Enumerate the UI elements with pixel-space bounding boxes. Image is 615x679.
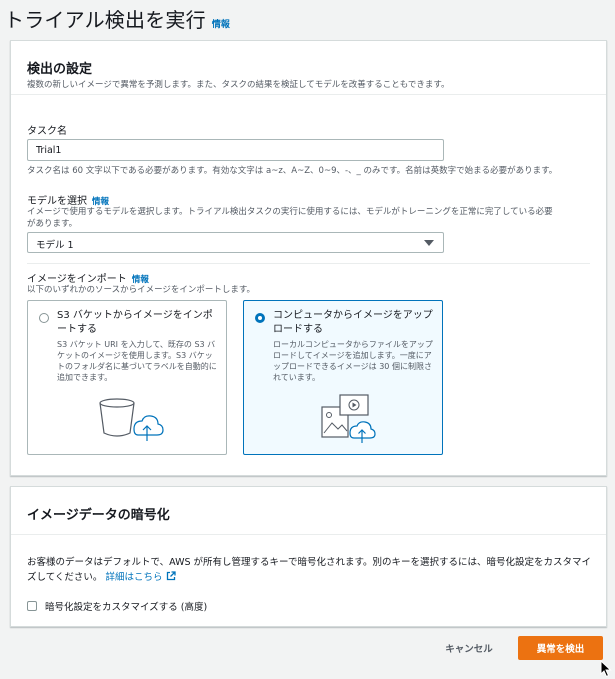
model-select-value: モデル 1	[36, 240, 74, 251]
detection-settings-title: 検出の設定	[27, 62, 93, 77]
local-radio[interactable]	[255, 313, 265, 323]
model-select[interactable]: モデル 1	[27, 232, 444, 253]
customize-encryption-row[interactable]: 暗号化設定をカスタマイズする (高度)	[27, 599, 207, 613]
learn-more-link[interactable]: 詳細はこちら	[105, 571, 176, 583]
page-header: トライアル検出を実行 情報	[4, 4, 230, 34]
task-name-label: タスク名	[27, 126, 67, 137]
encryption-description: お客様のデータはデフォルトで、AWS が所有し管理するキーで暗号化されます。別の…	[27, 557, 592, 583]
model-select-hint-2: があります。	[27, 219, 78, 229]
import-option-s3[interactable]: S3 バケットからイメージをインポートする S3 バケット URI を入力して、…	[27, 300, 227, 455]
model-select-hint-1: イメージで使用するモデルを選択します。トライアル検出タスクの実行に使用するには、…	[27, 207, 553, 217]
s3-option-description: S3 バケット URI を入力して、既存の S3 バケットのイメージを使用します…	[57, 340, 217, 382]
task-name-input[interactable]	[27, 139, 444, 161]
detection-settings-panel: 検出の設定 複数の新しいイメージで異常を予測します。また、タスクの結果を検証して…	[10, 40, 607, 476]
customize-encryption-checkbox[interactable]	[27, 601, 37, 611]
mouse-cursor-icon	[600, 660, 612, 678]
detect-anomalies-button[interactable]: 異常を検出	[518, 636, 603, 660]
model-select-label: モデルを選択 情報	[27, 196, 110, 207]
cancel-button[interactable]: キャンセル	[430, 637, 508, 659]
computer-media-upload-icon	[321, 394, 376, 443]
encryption-header: イメージデータの暗号化	[11, 487, 606, 535]
external-link-icon	[166, 571, 176, 581]
encryption-panel: イメージデータの暗号化 お客様のデータはデフォルトで、AWS が所有し管理するキ…	[10, 486, 607, 627]
page-title: トライアル検出を実行	[4, 8, 206, 32]
import-label: イメージをインポート 情報	[27, 274, 149, 285]
caret-down-icon	[424, 240, 434, 246]
s3-bucket-upload-icon	[99, 398, 164, 441]
detection-settings-description: 複数の新しいイメージで異常を予測します。また、タスクの結果を検証してモデルを改善…	[27, 80, 450, 90]
detection-settings-header: 検出の設定 複数の新しいイメージで異常を予測します。また、タスクの結果を検証して…	[11, 41, 606, 95]
s3-radio[interactable]	[39, 313, 49, 323]
s3-option-title: S3 バケットからイメージをインポートする	[57, 310, 213, 335]
import-hint: 以下のいずれかのソースからイメージをインポートします。	[27, 285, 256, 295]
local-option-description: ローカルコンピュータからファイルをアップロードしてイメージを追加します。一度にア…	[273, 340, 433, 382]
task-name-hint: タスク名は 60 文字以下である必要があります。有効な文字は a~z、A~Z、0…	[27, 166, 558, 176]
encryption-title: イメージデータの暗号化	[27, 508, 170, 523]
page-info-link[interactable]: 情報	[212, 17, 230, 30]
customize-encryption-label: 暗号化設定をカスタマイズする (高度)	[45, 602, 208, 613]
import-option-local[interactable]: コンピュータからイメージをアップロードする ローカルコンピュータからファイルをア…	[243, 300, 443, 455]
local-option-title: コンピュータからイメージをアップロードする	[273, 310, 433, 335]
divider	[27, 263, 590, 264]
